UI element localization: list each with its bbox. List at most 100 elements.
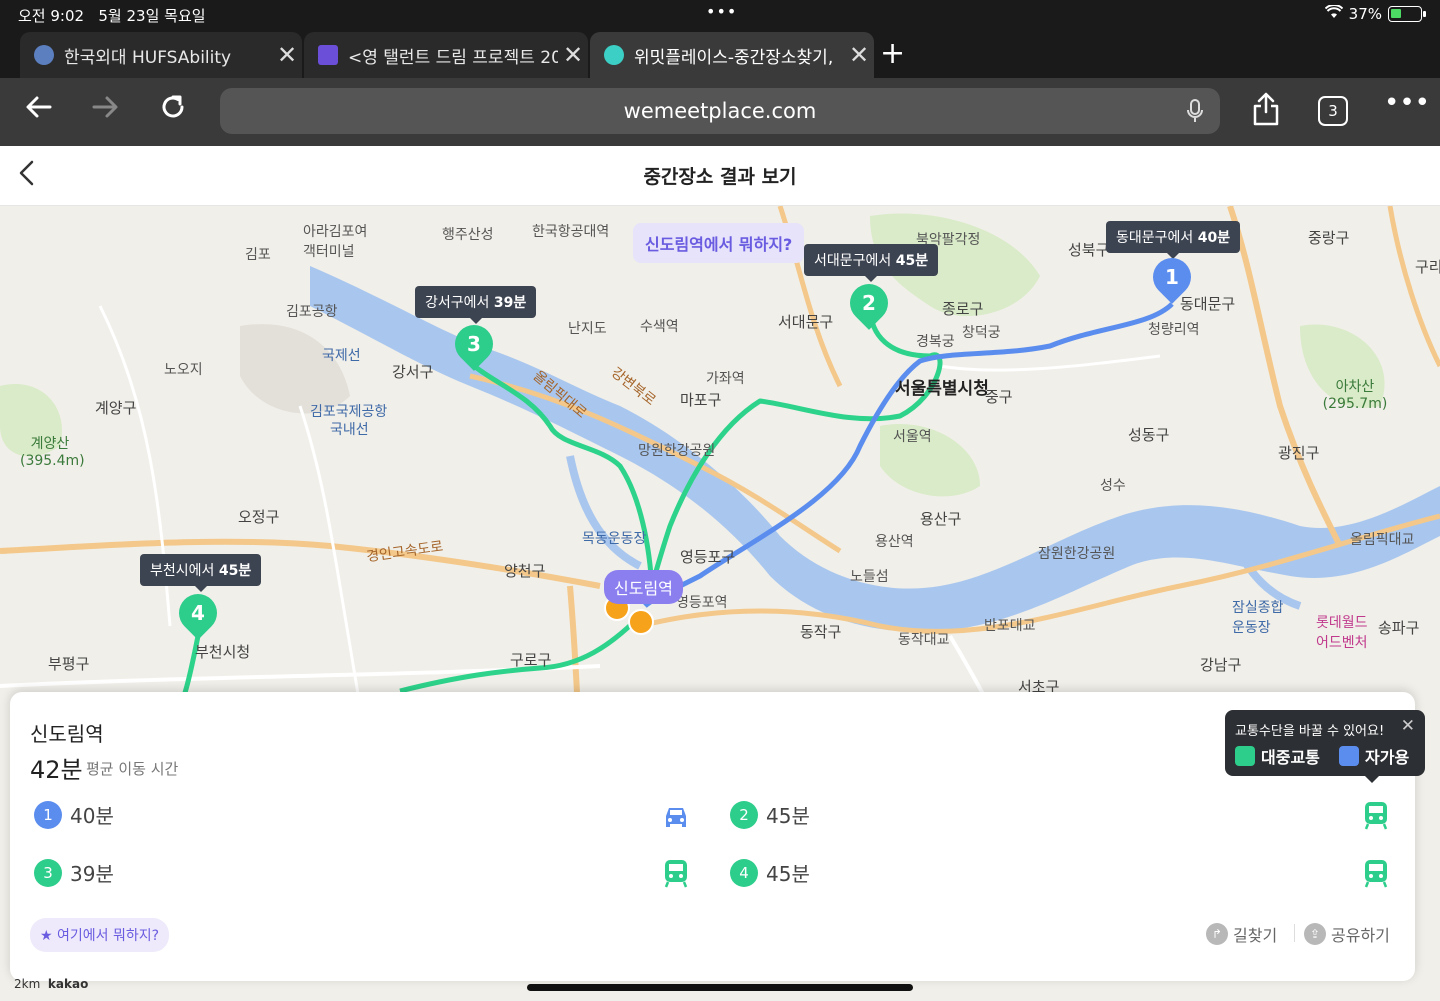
result-station-name: 신도림역 <box>30 722 104 746</box>
label-lotte: 롯데월드어드벤처 <box>1316 615 1368 651</box>
label-gimpo: 김포 <box>245 247 271 263</box>
map-pin-1[interactable]: 1 <box>1145 250 1199 304</box>
address-bar[interactable]: wemeetplace.com <box>220 88 1220 134</box>
url-text: wemeetplace.com <box>623 99 817 123</box>
close-icon[interactable]: ✕ <box>1401 716 1415 736</box>
tab-close-icon[interactable]: ✕ <box>844 41 874 69</box>
hufs-favicon-icon <box>34 45 54 65</box>
origin-travel-time: 39분 <box>70 862 114 886</box>
whatdo-map-bubble[interactable]: 신도림역에서 뭐하지? <box>633 223 805 263</box>
label-banpo: 반포대교 <box>984 618 1036 634</box>
transport-toggle-tooltip: 교통수단을 바꿀 수 있어요! ✕ 대중교통 자가용 <box>1225 710 1425 783</box>
label-gimpo-airport-short: 김포공항 <box>286 304 338 320</box>
label-gyeyang: 계양구 <box>95 399 137 417</box>
wemeetplace-favicon-icon <box>604 45 624 65</box>
multitask-dots-icon[interactable]: ••• <box>706 2 737 21</box>
label-seongsu: 성수 <box>1100 478 1126 494</box>
status-right: 37% <box>1324 4 1426 23</box>
label-aviation-univ: 한국항공대역 <box>532 224 610 240</box>
origin-row-1: 1 40분 <box>34 800 114 829</box>
directions-button[interactable]: ↱ 길찾기 <box>1206 922 1277 946</box>
label-bupyeong: 부평구 <box>48 655 90 673</box>
status-bar: 오전 9:02 5월 23일 목요일 ••• 37% <box>0 0 1440 30</box>
tab-hufsability[interactable]: 한국외대 HUFSAbility ✕ <box>20 32 302 78</box>
tab-talent-dream[interactable]: <영 탤런트 드림 프로젝트 20 ✕ <box>304 32 588 78</box>
label-guro: 구로구 <box>510 651 552 669</box>
average-time-label: 평균 이동 시간 <box>86 760 179 778</box>
callout-seodaemun: 서대문구에서 45분 <box>804 244 939 282</box>
divider <box>1294 924 1295 942</box>
more-menu-icon[interactable]: ••• <box>1384 88 1430 118</box>
label-seongdong: 성동구 <box>1128 426 1170 444</box>
label-jung: 중구 <box>985 388 1013 406</box>
tab-close-icon[interactable]: ✕ <box>272 41 302 69</box>
callout-bucheon: 부천시에서 45분 <box>140 554 262 592</box>
tab-count-button[interactable]: 3 <box>1318 96 1348 126</box>
average-time: 42분 <box>30 756 83 784</box>
label-guri: 구리 <box>1415 258 1440 276</box>
label-achasan: 아차산(295.7m) <box>1322 379 1388 412</box>
label-susaek: 수색역 <box>640 319 679 335</box>
train-icon[interactable] <box>662 858 690 888</box>
label-mokdong: 목동운동장 <box>582 531 647 547</box>
cafe-marker-icon[interactable] <box>628 609 654 635</box>
label-seoul-city-hall: 서울특별시청 <box>895 379 989 399</box>
battery-percent: 37% <box>1348 5 1382 23</box>
page-header: 중간장소 결과 보기 <box>0 146 1440 206</box>
label-noji: 노오지 <box>164 362 203 378</box>
home-indicator[interactable] <box>527 984 913 991</box>
label-jamwon: 잠원한강공원 <box>1038 546 1116 562</box>
train-icon[interactable] <box>1362 800 1390 830</box>
label-gajwa: 가좌역 <box>706 371 745 387</box>
share-button[interactable]: ⇪ 공유하기 <box>1304 922 1390 946</box>
label-nodeul: 노들섬 <box>850 569 889 585</box>
back-arrow-icon[interactable] <box>24 92 54 130</box>
label-changdeok: 창덕궁 <box>962 325 1001 341</box>
page-title: 중간장소 결과 보기 <box>643 166 797 188</box>
star-icon: ★ <box>40 928 53 944</box>
label-gangnam: 강남구 <box>1200 656 1242 674</box>
share-icon[interactable] <box>1252 92 1280 134</box>
origin-row-3: 3 39분 <box>34 858 114 887</box>
car-icon <box>1339 746 1359 766</box>
label-yongsan: 용산구 <box>920 510 962 528</box>
label-ojeong: 오정구 <box>238 508 280 526</box>
train-icon[interactable] <box>1362 858 1390 888</box>
label-gangseo: 강서구 <box>392 363 434 381</box>
map-pin-4[interactable]: 4 <box>171 586 225 640</box>
label-songpa: 송파구 <box>1378 619 1420 637</box>
origin-row-4: 4 45분 <box>730 858 810 887</box>
label-dongjak: 동작구 <box>800 623 842 641</box>
car-icon[interactable] <box>662 802 690 830</box>
microphone-icon[interactable] <box>1186 88 1204 134</box>
origin-travel-time: 40분 <box>70 804 114 828</box>
center-station-label[interactable]: 신도림역 <box>604 570 683 604</box>
directions-icon: ↱ <box>1206 923 1228 945</box>
label-ara-gimpo: 아라김포여객터미널 <box>303 224 368 260</box>
new-tab-plus-icon[interactable]: + <box>880 36 905 71</box>
label-yongsan-st: 용산역 <box>875 534 914 550</box>
label-mapo: 마포구 <box>680 391 722 409</box>
car-option[interactable]: 자가용 <box>1339 744 1409 768</box>
label-yeongdeungpo: 영등포구 <box>680 548 736 566</box>
label-nanjido: 난지도 <box>568 321 607 337</box>
whatdo-button[interactable]: ★ 여기에서 뭐하지? <box>30 918 170 952</box>
label-cheongnyangni: 청량리역 <box>1148 322 1200 338</box>
forward-arrow-icon[interactable] <box>90 92 120 130</box>
tab-wemeetplace[interactable]: 위밋플레이스-중간장소찾기, ✕ <box>590 32 874 78</box>
origin-number-badge: 1 <box>34 800 62 829</box>
origin-row-2: 2 45분 <box>730 800 810 829</box>
label-seodaemun: 서대문구 <box>778 313 834 331</box>
label-jamsil: 잠실종합운동장 <box>1232 600 1284 636</box>
origin-travel-time: 45분 <box>766 804 810 828</box>
browser-toolbar: wemeetplace.com 3 ••• <box>0 78 1440 146</box>
callout-dongdaemun: 동대문구에서 40분 <box>1106 221 1241 259</box>
tab-close-icon[interactable]: ✕ <box>558 41 588 69</box>
label-intl: 국제선 <box>322 348 361 364</box>
label-seongbuk: 성북구 <box>1068 241 1110 259</box>
transit-option[interactable]: 대중교통 <box>1235 744 1320 768</box>
reload-icon[interactable] <box>158 92 188 130</box>
label-bucheon-city: 부천시청 <box>195 643 251 661</box>
map-pin-3[interactable]: 3 <box>447 317 501 371</box>
map-pin-2[interactable]: 2 <box>842 276 896 330</box>
